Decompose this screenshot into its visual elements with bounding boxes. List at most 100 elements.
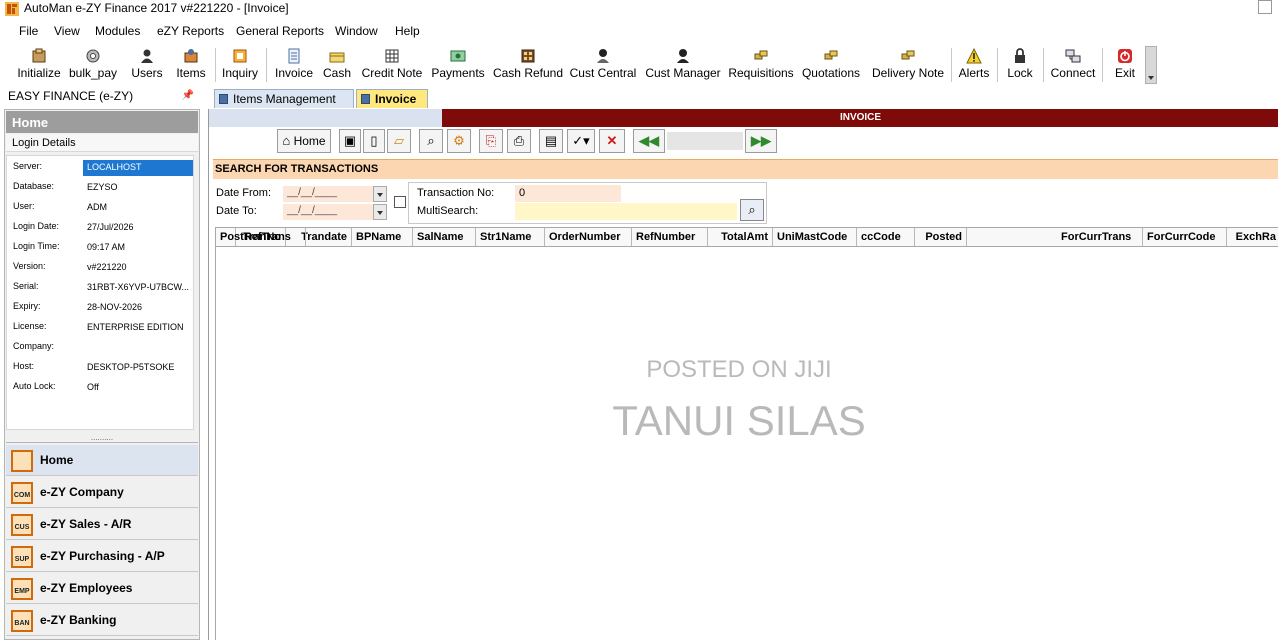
transaction-no-input[interactable]: 0 xyxy=(515,185,621,202)
toolbar-requisitions-button[interactable]: Requisitions xyxy=(728,44,794,86)
login-value: v#221220 xyxy=(87,262,127,272)
column-header[interactable]: OrderNumber xyxy=(545,228,632,246)
open-button[interactable]: ▱ xyxy=(387,129,411,153)
column-header[interactable]: BPName xyxy=(352,228,413,246)
column-header[interactable]: ExchRa xyxy=(1227,228,1278,246)
login-row-user[interactable]: User: ADM xyxy=(7,197,195,217)
column-header[interactable]: Str1Name xyxy=(476,228,545,246)
date-from-input[interactable]: __/__/____ xyxy=(283,186,373,202)
login-row-expiry[interactable]: Expiry: 28-NOV-2026 xyxy=(7,297,195,317)
toolbar-payments-button[interactable]: Payments xyxy=(429,44,487,86)
toolbar-cash-refund-button[interactable]: Cash Refund xyxy=(492,44,564,86)
toolbar-users-button[interactable]: Users xyxy=(128,44,166,86)
date-from-dropdown-button[interactable] xyxy=(373,186,387,202)
new-button[interactable]: ▯ xyxy=(363,129,385,153)
login-value: EZYSO xyxy=(87,182,118,192)
login-row-license[interactable]: License: ENTERPRISE EDITION xyxy=(7,317,195,337)
pin-icon[interactable]: 📌 xyxy=(182,90,194,101)
toolbar-inquiry-button[interactable]: Inquiry xyxy=(219,44,261,86)
toolbar-overflow-button[interactable] xyxy=(1145,46,1157,84)
find-button[interactable]: ⌕ xyxy=(419,129,443,153)
tab-invoice[interactable]: Invoice xyxy=(356,89,428,108)
sidebar: Home Login Details Server: LOCALHOST Data… xyxy=(4,109,200,640)
toolbar-alerts-button[interactable]: Alerts xyxy=(956,44,992,86)
toolbar-items-button[interactable]: Items xyxy=(172,44,210,86)
login-row-auto-lock[interactable]: Auto Lock: Off xyxy=(7,377,195,397)
payments-icon xyxy=(450,48,466,64)
menu-modules[interactable]: Modules xyxy=(95,24,140,38)
column-header[interactable]: Posted xyxy=(915,228,967,246)
toolbar-separator xyxy=(266,48,267,82)
login-row-serial[interactable]: Serial: 31RBT-X6YVP-U7BCW... xyxy=(7,277,195,297)
toolbar-bulk-pay-button[interactable]: bulk_pay xyxy=(68,44,118,86)
date-filter-checkbox[interactable] xyxy=(394,196,406,208)
home-button[interactable]: ⌂ Home xyxy=(277,129,331,153)
menu-ezy-reports[interactable]: eZY Reports xyxy=(157,24,224,38)
toolbar-exit-button[interactable]: Exit xyxy=(1108,44,1142,86)
last-record-button[interactable]: ▶▶ xyxy=(745,129,777,153)
cust-central-icon xyxy=(595,48,611,64)
settings-button[interactable]: ⚙ xyxy=(447,129,471,153)
search-icon: ⌕ xyxy=(748,202,756,217)
nav-ezy-purchasing[interactable]: SUP e-ZY Purchasing - A/P xyxy=(6,541,198,572)
login-row-database[interactable]: Database: EZYSO xyxy=(7,177,195,197)
login-row-login-date[interactable]: Login Date: 27/Jul/2026 xyxy=(7,217,195,237)
nav-home[interactable]: Home xyxy=(6,445,198,476)
toolbar-lock-button[interactable]: Lock xyxy=(1002,44,1038,86)
delete-button[interactable]: ✕ xyxy=(599,129,625,153)
column-header[interactable]: UniMastCode xyxy=(773,228,857,246)
tab-items-management[interactable]: Items Management xyxy=(214,89,354,108)
toolbar-label: Connect xyxy=(1050,66,1096,80)
preview-button[interactable]: ▤ xyxy=(539,129,563,153)
multisearch-label: MultiSearch: xyxy=(417,205,479,217)
toolbar-cust-central-button[interactable]: Cust Central xyxy=(568,44,638,86)
app-logo-icon xyxy=(5,2,19,16)
nav-ezy-employees[interactable]: EMP e-ZY Employees xyxy=(6,573,198,604)
menu-help[interactable]: Help xyxy=(395,24,420,38)
lock-icon xyxy=(1012,48,1028,64)
login-row-company[interactable]: Company: xyxy=(7,337,195,357)
invoice-icon xyxy=(286,48,302,64)
sidebar-splitter[interactable]: .......... xyxy=(6,434,198,443)
date-to-dropdown-button[interactable] xyxy=(373,204,387,220)
toolbar-cash-button[interactable]: Cash xyxy=(320,44,354,86)
record-navigator[interactable] xyxy=(667,132,743,150)
login-details-heading: Login Details xyxy=(6,134,198,152)
approve-button[interactable]: ✓▾ xyxy=(567,129,595,153)
menu-general-reports[interactable]: General Reports xyxy=(236,24,324,38)
column-header[interactable]: TotalAmt xyxy=(708,228,773,246)
column-header[interactable]: RefNumber xyxy=(632,228,708,246)
toolbar-delivery-note-button[interactable]: Delivery Note xyxy=(870,44,946,86)
date-to-input[interactable]: __/__/____ xyxy=(283,204,373,220)
toolbar-invoice-button[interactable]: Invoice xyxy=(272,44,316,86)
login-row-host[interactable]: Host: DESKTOP-P5TSOKE xyxy=(7,357,195,377)
toolbar-initialize-button[interactable]: Initialize xyxy=(16,44,62,86)
toolbar-quotations-button[interactable]: Quotations xyxy=(800,44,862,86)
toolbar-credit-note-button[interactable]: Credit Note xyxy=(359,44,425,86)
column-header[interactable]: ForCurrTrans xyxy=(1057,228,1143,246)
column-header[interactable]: ForCurrCode xyxy=(1143,228,1227,246)
toolbar-connect-button[interactable]: Connect xyxy=(1048,44,1098,86)
login-row-login-time[interactable]: Login Time: 09:17 AM xyxy=(7,237,195,257)
column-header[interactable]: SalName xyxy=(413,228,476,246)
print-button[interactable]: ⎙ xyxy=(507,129,531,153)
toolbar-cust-manager-button[interactable]: Cust Manager xyxy=(644,44,722,86)
menu-view[interactable]: View xyxy=(54,24,80,38)
nav-ezy-company[interactable]: COM e-ZY Company xyxy=(6,477,198,508)
column-header[interactable]: ccCode xyxy=(857,228,915,246)
toolbar-label: Payments xyxy=(431,66,485,80)
column-header[interactable]: PostRefTrans xyxy=(216,228,306,246)
menu-file[interactable]: File xyxy=(19,24,38,38)
nav-label: e-ZY Banking xyxy=(40,613,117,627)
first-record-button[interactable]: ◀◀ xyxy=(633,129,665,153)
save-button[interactable]: ▣ xyxy=(339,129,361,153)
nav-ezy-banking[interactable]: BAN e-ZY Banking xyxy=(6,605,198,636)
window-control-button[interactable] xyxy=(1258,0,1272,14)
menu-window[interactable]: Window xyxy=(335,24,378,38)
multisearch-input[interactable] xyxy=(515,203,737,220)
login-row-version[interactable]: Version: v#221220 xyxy=(7,257,195,277)
login-row-server[interactable]: Server: LOCALHOST xyxy=(7,157,195,177)
pdf-button[interactable]: ⎘ xyxy=(479,129,503,153)
nav-ezy-sales[interactable]: CUS e-ZY Sales - A/R xyxy=(6,509,198,540)
search-button[interactable]: ⌕ xyxy=(740,199,764,221)
